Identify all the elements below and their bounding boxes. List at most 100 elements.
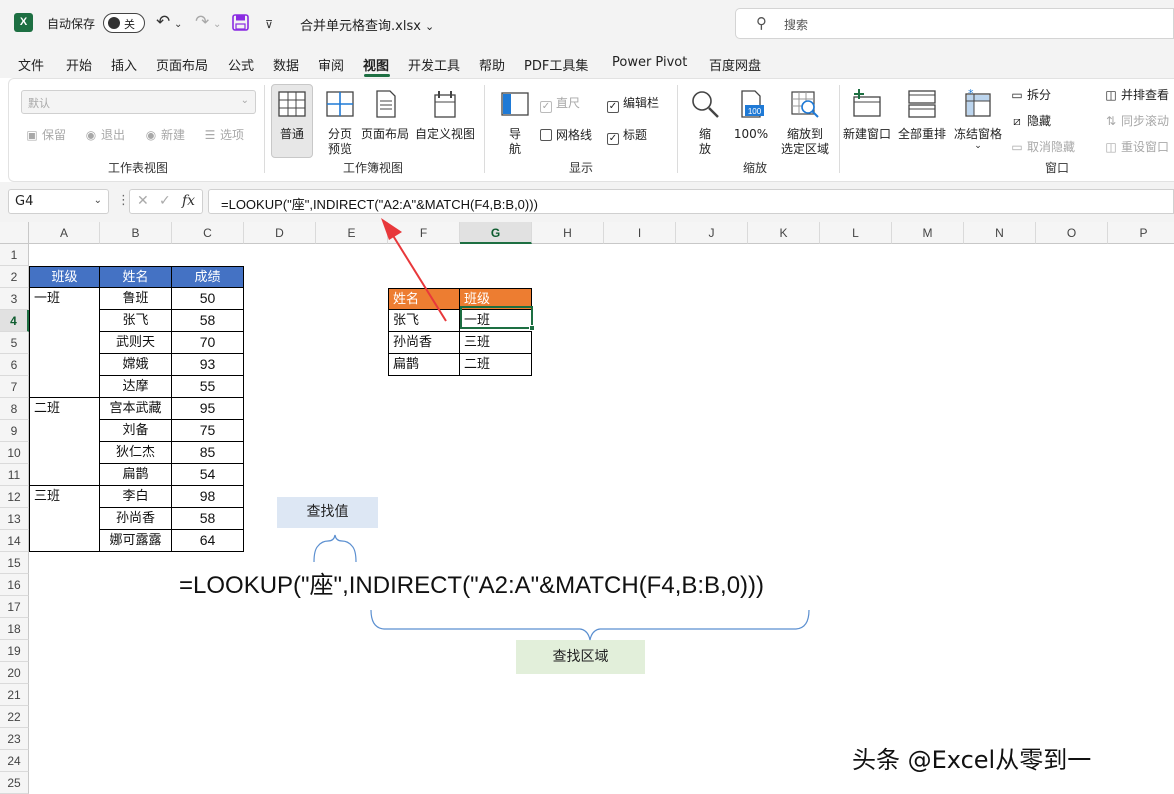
column-header-d[interactable]: D <box>244 222 316 244</box>
row-header-11[interactable]: 11 <box>0 464 29 486</box>
sync-scroll-button[interactable]: ⇅ 同步滚动 <box>1104 112 1169 129</box>
row-header-21[interactable]: 21 <box>0 684 29 706</box>
name-cell[interactable]: 娜可露露 <box>100 530 172 552</box>
name-cell[interactable]: 宫本武藏 <box>100 398 172 420</box>
name-cell[interactable]: 孙尚香 <box>100 508 172 530</box>
column-header-c[interactable]: C <box>172 222 244 244</box>
ruler-checkbox[interactable]: ✓ 直尺 <box>540 94 580 113</box>
insert-function-icon[interactable]: fx <box>182 193 195 209</box>
tab-developer[interactable]: 开发工具 <box>408 55 460 74</box>
row-header-13[interactable]: 13 <box>0 508 29 530</box>
merged-class-cell[interactable]: 一班 <box>29 288 100 398</box>
undo-dropdown-icon[interactable]: ⌄ <box>174 14 182 36</box>
table-header-cell[interactable]: 姓名 <box>100 266 172 288</box>
row-header-10[interactable]: 10 <box>0 442 29 464</box>
column-header-i[interactable]: I <box>604 222 676 244</box>
name-cell[interactable]: 张飞 <box>100 310 172 332</box>
customize-toolbar-icon[interactable]: ⊽ <box>265 14 273 36</box>
tab-page-layout[interactable]: 页面布局 <box>156 55 208 74</box>
row-header-12[interactable]: 12 <box>0 486 29 508</box>
formula-input[interactable]: =LOOKUP("座",INDIRECT("A2:A"&MATCH(F4,B:B… <box>208 189 1174 214</box>
column-header-b[interactable]: B <box>100 222 172 244</box>
tab-pdf-tools[interactable]: PDF工具集 <box>524 55 588 74</box>
column-header-n[interactable]: N <box>964 222 1036 244</box>
table-header-cell[interactable]: 班级 <box>29 266 100 288</box>
row-header-20[interactable]: 20 <box>0 662 29 684</box>
name-box[interactable]: G4 ⌄ <box>8 189 109 214</box>
row-header-24[interactable]: 24 <box>0 750 29 772</box>
unhide-button[interactable]: ▭ 取消隐藏 <box>1010 138 1075 155</box>
row-header-3[interactable]: 3 <box>0 288 29 310</box>
score-cell[interactable]: 58 <box>172 310 244 332</box>
select-all-corner[interactable] <box>0 222 29 244</box>
options-button[interactable]: ☰ 选项 <box>203 126 244 143</box>
score-cell[interactable]: 75 <box>172 420 244 442</box>
name-cell[interactable]: 李白 <box>100 486 172 508</box>
column-header-g[interactable]: G <box>460 222 532 244</box>
fill-handle[interactable] <box>529 325 535 331</box>
row-header-7[interactable]: 7 <box>0 376 29 398</box>
row-header-23[interactable]: 23 <box>0 728 29 750</box>
reset-position-button[interactable]: ◫ 重设窗口 <box>1104 138 1169 155</box>
tab-review[interactable]: 审阅 <box>318 55 344 74</box>
column-header-h[interactable]: H <box>532 222 604 244</box>
row-header-19[interactable]: 19 <box>0 640 29 662</box>
row-header-9[interactable]: 9 <box>0 420 29 442</box>
column-header-k[interactable]: K <box>748 222 820 244</box>
cancel-icon[interactable]: ✕ <box>137 193 149 209</box>
score-cell[interactable]: 93 <box>172 354 244 376</box>
merged-class-cell[interactable]: 三班 <box>29 486 100 552</box>
score-cell[interactable]: 64 <box>172 530 244 552</box>
enter-icon[interactable]: ✓ <box>159 193 171 209</box>
column-header-a[interactable]: A <box>29 222 100 244</box>
lookup-name-cell[interactable]: 张飞 <box>388 310 460 332</box>
row-header-22[interactable]: 22 <box>0 706 29 728</box>
page-layout-view-button[interactable]: 页面布局 <box>359 88 411 142</box>
row-header-16[interactable]: 16 <box>0 574 29 596</box>
score-cell[interactable]: 50 <box>172 288 244 310</box>
lookup-result-cell[interactable]: 三班 <box>460 332 532 354</box>
name-cell[interactable]: 扁鹊 <box>100 464 172 486</box>
freeze-panes-button[interactable]: * 冻结窗格 ⌄ <box>951 87 1005 151</box>
zoom-100-button[interactable]: 100 100% <box>731 88 771 142</box>
tab-view[interactable]: 视图 <box>363 55 389 74</box>
tab-home[interactable]: 开始 <box>66 55 92 74</box>
new-window-button[interactable]: 新建窗口 <box>841 88 893 142</box>
zoom-to-selection-button[interactable]: 缩放到 选定区域 <box>773 88 837 157</box>
tab-formulas[interactable]: 公式 <box>228 55 254 74</box>
keep-button[interactable]: ▣ 保留 <box>25 126 66 143</box>
row-header-4[interactable]: 4 <box>0 310 29 332</box>
file-name-dropdown[interactable]: 合并单元格查询.xlsx ⌄ <box>300 15 434 34</box>
tab-data[interactable]: 数据 <box>273 55 299 74</box>
autosave-toggle[interactable]: 关 <box>103 13 145 33</box>
score-cell[interactable]: 58 <box>172 508 244 530</box>
table-header-cell[interactable]: 成绩 <box>172 266 244 288</box>
save-icon[interactable] <box>232 14 249 31</box>
tab-insert[interactable]: 插入 <box>111 55 137 74</box>
lookup-name-cell[interactable]: 孙尚香 <box>388 332 460 354</box>
merged-class-cell[interactable]: 二班 <box>29 398 100 486</box>
hide-button[interactable]: ⧄ 隐藏 <box>1010 112 1051 129</box>
column-header-p[interactable]: P <box>1108 222 1174 244</box>
split-button[interactable]: ▭ 拆分 <box>1010 86 1051 103</box>
custom-view-button[interactable]: 自定义视图 <box>413 88 477 142</box>
score-cell[interactable]: 85 <box>172 442 244 464</box>
row-header-5[interactable]: 5 <box>0 332 29 354</box>
column-header-m[interactable]: M <box>892 222 964 244</box>
headings-checkbox[interactable]: ✓ 标题 <box>607 126 647 145</box>
sheet-view-dropdown[interactable]: 默认 ⌄ <box>21 90 256 114</box>
column-header-o[interactable]: O <box>1036 222 1108 244</box>
redo-icon[interactable]: ↷ <box>195 11 209 33</box>
row-header-1[interactable]: 1 <box>0 244 29 266</box>
name-cell[interactable]: 达摩 <box>100 376 172 398</box>
undo-icon[interactable]: ↶ <box>156 11 170 33</box>
new-view-button[interactable]: ◉ 新建 <box>144 126 185 143</box>
tab-file[interactable]: 文件 <box>18 55 44 74</box>
row-header-2[interactable]: 2 <box>0 266 29 288</box>
tab-baidu-disk[interactable]: 百度网盘 <box>709 55 761 74</box>
column-header-e[interactable]: E <box>316 222 388 244</box>
lookup-header-cell[interactable]: 姓名 <box>388 288 460 310</box>
score-cell[interactable]: 54 <box>172 464 244 486</box>
formula-bar-checkbox[interactable]: ✓ 编辑栏 <box>607 94 659 113</box>
search-input[interactable]: ⚲ 搜索 <box>735 8 1174 39</box>
